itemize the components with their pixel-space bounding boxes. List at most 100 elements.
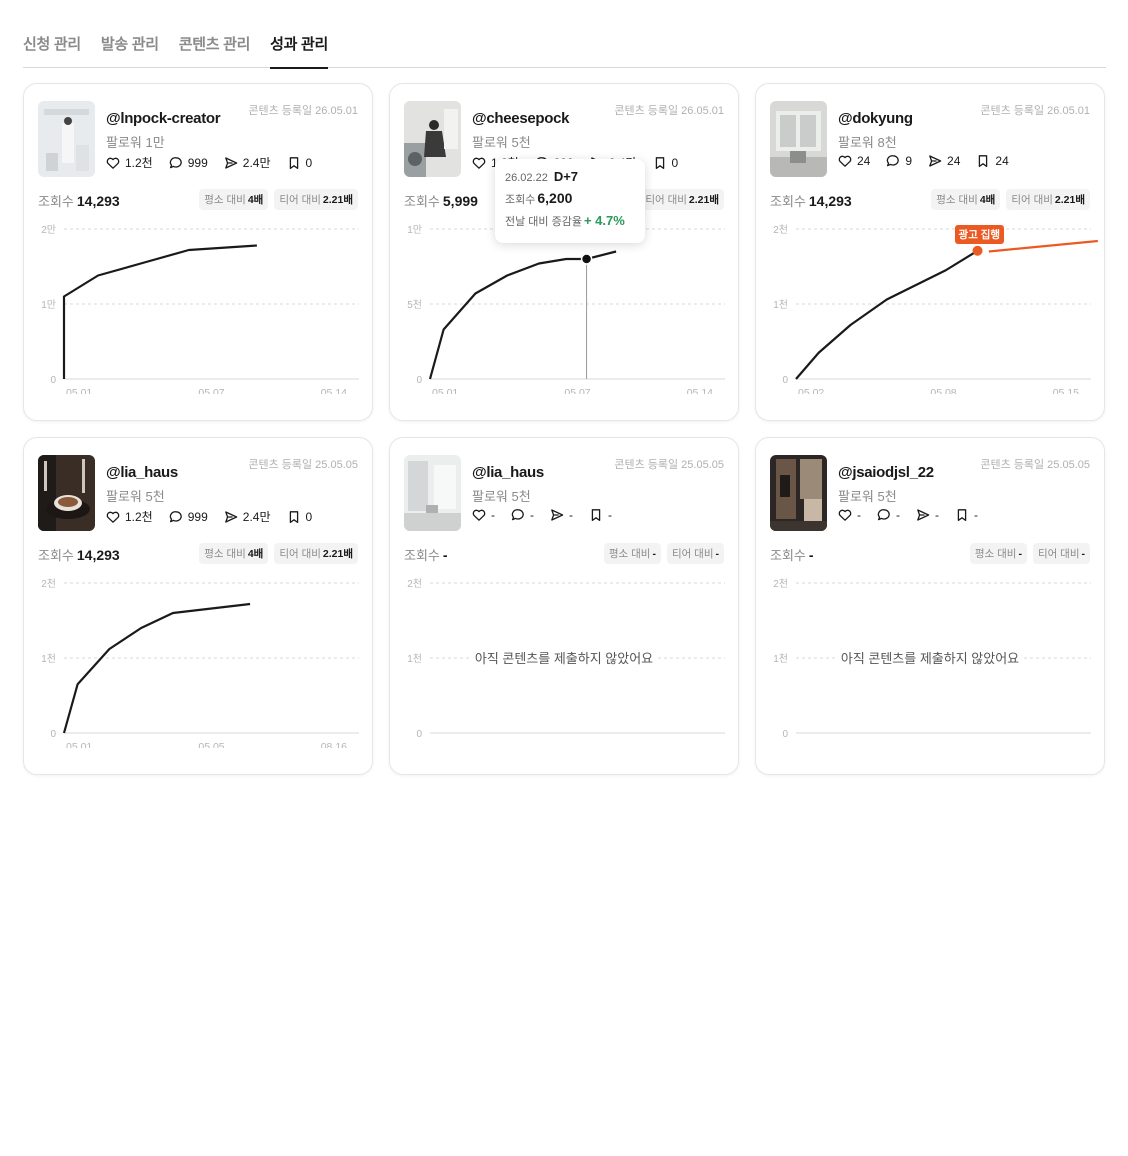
tier-comparison-value: - — [1081, 548, 1086, 560]
tooltip-change-label: 전날 대비 증감율 — [505, 216, 582, 228]
ad-start-point — [972, 245, 983, 256]
heart-icon — [838, 508, 852, 522]
performance-card[interactable]: @cheesepock팔로워 5천콘텐츠 등록일 26.05.011.2천999… — [389, 83, 739, 421]
content-thumbnail[interactable] — [770, 101, 827, 177]
like-count: - — [491, 508, 495, 522]
save-count: 0 — [305, 155, 313, 170]
tier-comparison-label: 티어 대비 — [279, 548, 321, 560]
ad-start-label: 광고 집행 — [954, 224, 1005, 244]
view-count-value: - — [442, 547, 448, 563]
view-count-label: 조회수 — [38, 548, 74, 563]
view-count: 조회수 - — [770, 545, 814, 564]
engagement-stats: 24 9 24 24 — [838, 154, 1009, 168]
x-tick-label: 05.01 — [66, 741, 92, 748]
tier-comparison-badge: 티어 대비 2.21배 — [1006, 189, 1090, 210]
save-stat: - — [955, 508, 978, 522]
y-tick-label: 2천 — [773, 578, 788, 590]
view-count-label: 조회수 — [404, 548, 440, 563]
comparison-badges: 평소 대비4배티어 대비2.21배 — [199, 543, 358, 564]
comment-count: 9 — [905, 154, 913, 168]
content-thumbnail[interactable] — [770, 455, 827, 531]
y-tick-label: 0 — [782, 729, 788, 740]
x-tick-label: 05.02 — [798, 387, 824, 394]
share-count: 2.4만 — [242, 510, 271, 524]
engagement-stats: ---- — [472, 508, 612, 522]
content-thumbnail[interactable] — [404, 101, 461, 177]
comparison-badges: 평소 대비4배티어 대비2.21배 — [199, 189, 358, 210]
x-tick-label: 05.05 — [198, 741, 224, 748]
tab-performance[interactable]: 성과 관리 — [270, 30, 328, 69]
view-count: 조회수 14,293 — [770, 191, 852, 210]
x-tick-label: 05.01 — [432, 387, 458, 394]
tooltip-date-row: 26.02.22 D+7 — [505, 169, 635, 184]
creator-handle[interactable]: @dokyung — [838, 110, 913, 127]
views-chart-svg: 0 1천 2천 05.01 05.05 08.16 — [41, 578, 359, 753]
empty-state-text: 아직 콘텐츠를 제출하지 않았어요 — [470, 651, 658, 666]
content-thumbnail[interactable] — [38, 455, 95, 531]
tab-shipping[interactable]: 발송 관리 — [101, 30, 159, 67]
x-tick-label: 05.14 — [321, 387, 347, 394]
comment-stat: 9 — [886, 154, 912, 168]
x-tick-label: 05.15 — [1053, 387, 1079, 394]
views-line — [62, 602, 251, 734]
performance-card[interactable]: @jsaiodjsl_22 팔로워 5천 콘텐츠 등록일 25.05.05- - - - 조… — [755, 437, 1105, 775]
average-comparison-badge: 평소 대비 - — [969, 543, 1027, 564]
creator-handle[interactable]: @lia_haus — [106, 464, 178, 481]
average-comparison-label: 평소 대비 — [204, 548, 246, 560]
bookmark-icon — [976, 154, 990, 168]
creator-handle[interactable]: @jsaiodjsl_22 — [838, 464, 934, 481]
y-tick-label: 2만 — [41, 224, 56, 236]
average-comparison-badge: 평소 대비4배 — [199, 189, 269, 210]
creator-handle[interactable]: @lnpock-creator — [106, 110, 221, 127]
x-tick-label: 05.14 — [687, 387, 713, 394]
ad-views-line — [988, 239, 1098, 253]
creator-handle[interactable]: @cheesepock — [472, 110, 570, 127]
performance-card[interactable]: @lia_haus 팔로워 5천 콘텐츠 등록일 25.05.05- - - - 조회수 - 평… — [389, 437, 739, 775]
tooltip-day: D+7 — [553, 169, 579, 184]
y-tick-label: 0 — [416, 729, 422, 740]
content-thumbnail[interactable] — [38, 101, 95, 177]
view-count-value: 14,293 — [808, 193, 852, 209]
view-count: 조회수 14,293 — [38, 545, 120, 564]
like-count: - — [857, 508, 861, 522]
tier-comparison-value: 2.21배 — [688, 194, 719, 206]
content-thumbnail[interactable] — [404, 455, 461, 531]
views-chart: 0 1천 2천 05.01 05.05 08.16 — [24, 568, 374, 753]
tab-applications[interactable]: 신청 관리 — [23, 30, 81, 67]
views-line — [795, 249, 979, 380]
tier-comparison-badge: 티어 대비 - — [666, 543, 724, 564]
comment-icon — [169, 156, 183, 170]
views-chart-svg: 0 1천 2천 05.02 05.08 05.15 — [773, 224, 1098, 399]
like-stat: 1.2천 — [106, 154, 153, 171]
views-chart: 0 1천 2천 05.02 05.08 05.15 — [756, 214, 1106, 399]
registration-date: 콘텐츠 등록일 26.05.01 — [980, 105, 1090, 117]
average-comparison-label: 평소 대비 — [936, 194, 978, 206]
registration-date: 콘텐츠 등록일 26.05.01 — [614, 105, 724, 117]
average-comparison-badge: 평소 대비4배 — [931, 189, 1001, 210]
y-tick-label: 2천 — [773, 224, 788, 236]
comment-count: - — [530, 508, 534, 522]
view-count: 조회수 5,999 — [404, 191, 478, 210]
view-count-label: 조회수 — [38, 194, 74, 209]
tier-comparison-value: 2.21배 — [1054, 194, 1085, 206]
save-stat: - — [589, 508, 612, 522]
comment-icon — [511, 508, 525, 522]
performance-card[interactable]: @lia_haus 팔로워 5천 콘텐츠 등록일 25.05.05 1.2천 999 2.… — [23, 437, 373, 775]
creator-handle[interactable]: @lia_haus — [472, 464, 544, 481]
tier-comparison-value: - — [715, 548, 720, 560]
tab-bar: 신청 관리 발송 관리 콘텐츠 관리 성과 관리 — [23, 30, 1106, 69]
tooltip-change-value: + 4.7% — [583, 213, 625, 228]
share-stat: - — [916, 508, 939, 522]
save-stat: 0 — [653, 154, 678, 171]
share-count: - — [569, 508, 573, 522]
y-tick-label: 1천 — [773, 299, 788, 311]
tier-comparison-value: 2.21배 — [322, 548, 353, 560]
average-comparison-label: 평소 대비 — [974, 548, 1017, 560]
share-stat: 2.4만 — [224, 154, 271, 171]
tier-comparison-label: 티어 대비 — [1037, 548, 1080, 560]
share-count: - — [935, 508, 939, 522]
performance-card[interactable]: @lnpock-creator 팔로워 1만 콘텐츠 등록일 26.05.01 1.2… — [23, 83, 373, 421]
performance-card[interactable]: @dokyung 팔로워 8천 콘텐츠 등록일 26.05.01 24 9 24 24 조회수… — [755, 83, 1105, 421]
like-stat: 1.2천 — [106, 508, 153, 525]
tab-contents[interactable]: 콘텐츠 관리 — [179, 30, 251, 67]
